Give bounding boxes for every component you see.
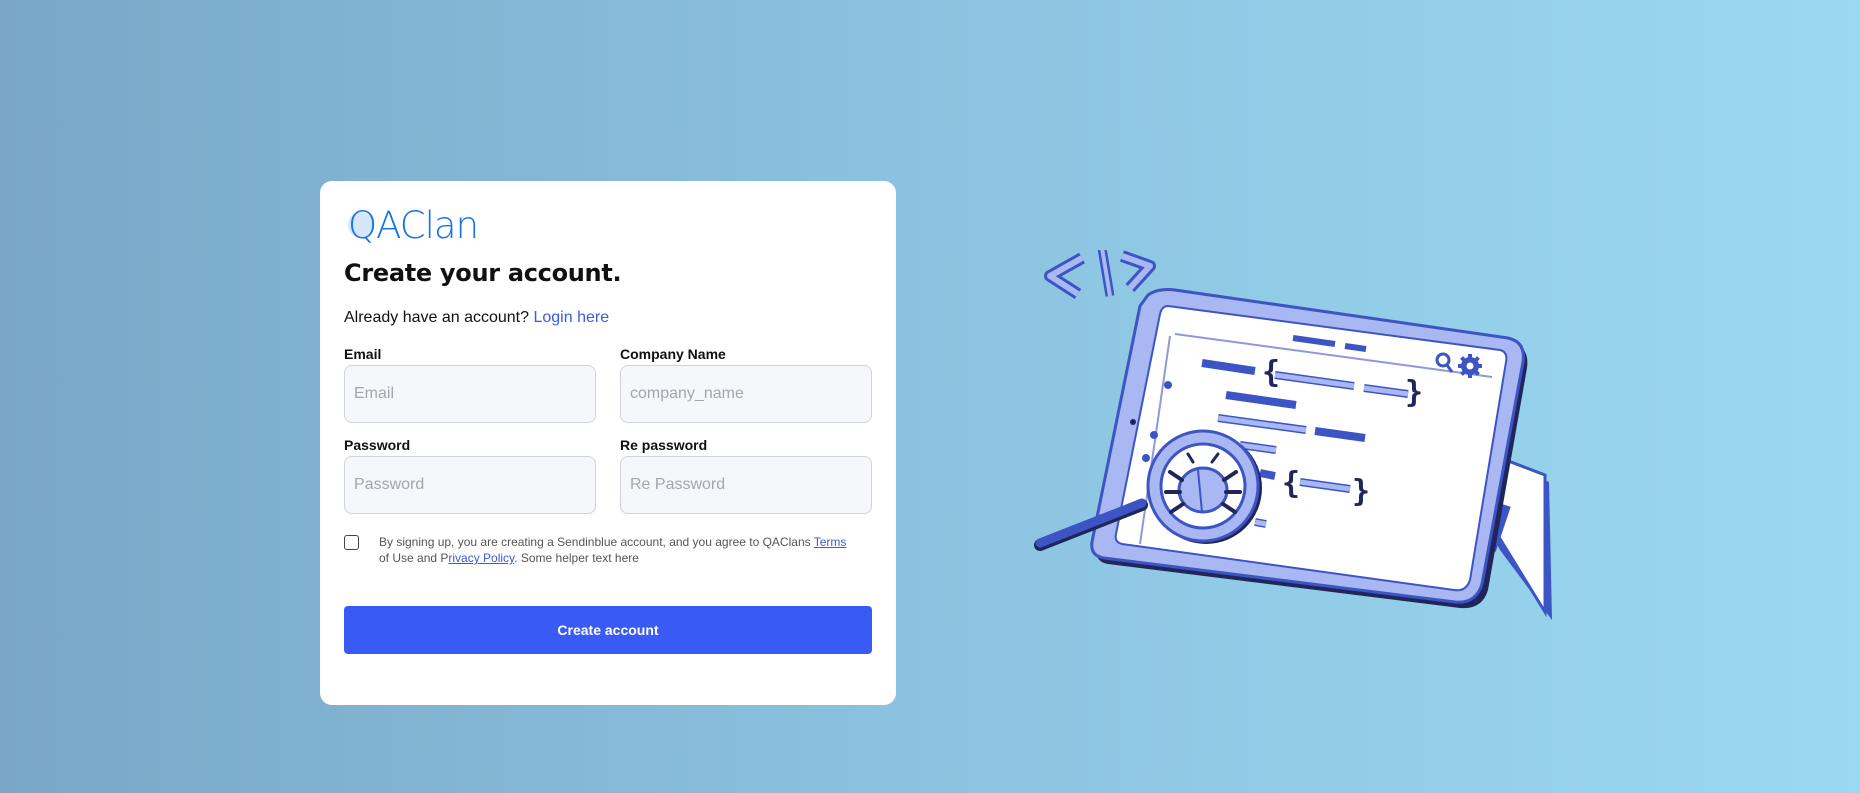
signup-card: QAClan Create your account. Already have…: [320, 181, 896, 705]
signup-form: Email Company Name Password Re password: [344, 346, 872, 514]
email-input[interactable]: [344, 365, 596, 423]
svg-text:}: }: [1405, 375, 1423, 410]
terms-agreement: By signing up, you are creating a Sendin…: [344, 534, 872, 566]
repassword-input[interactable]: [620, 456, 872, 514]
svg-text:}: }: [1352, 474, 1370, 509]
terms-link[interactable]: Terms: [814, 535, 847, 549]
code-brackets-icon: [1044, 250, 1156, 300]
repassword-label: Re password: [620, 437, 708, 453]
terms-text-part3: . Some helper text here: [514, 551, 639, 565]
create-account-button[interactable]: Create account: [344, 606, 872, 654]
password-input[interactable]: [344, 456, 596, 514]
terms-text-part2: of Use and P: [379, 551, 449, 565]
page-title: Create your account.: [344, 259, 622, 287]
bug-testing-illustration: { } { }: [1034, 250, 1552, 620]
terms-text: By signing up, you are creating a Sendin…: [379, 534, 859, 566]
password-label: Password: [344, 437, 411, 453]
company-field-group: Company Name: [620, 346, 872, 423]
login-prompt: Already have an account? Login here: [344, 309, 872, 327]
terms-checkbox[interactable]: [344, 535, 359, 550]
svg-text:{: {: [1282, 466, 1300, 501]
qaclan-logo: QAClan: [344, 203, 872, 247]
terms-text-part1: By signing up, you are creating a Sendin…: [379, 535, 814, 549]
password-field-group: Password: [344, 437, 596, 514]
login-link[interactable]: Login here: [533, 309, 609, 326]
company-name-input[interactable]: [620, 365, 872, 423]
company-label: Company Name: [620, 346, 726, 362]
gear-icon: [1458, 354, 1482, 378]
email-field-group: Email: [344, 346, 596, 423]
login-prompt-text: Already have an account?: [344, 309, 530, 326]
email-label: Email: [344, 346, 382, 362]
logo-text: QAClan: [348, 203, 479, 247]
repassword-field-group: Re password: [620, 437, 872, 514]
svg-text:{: {: [1262, 355, 1280, 390]
privacy-policy-link[interactable]: rivacy Policy: [448, 551, 514, 565]
